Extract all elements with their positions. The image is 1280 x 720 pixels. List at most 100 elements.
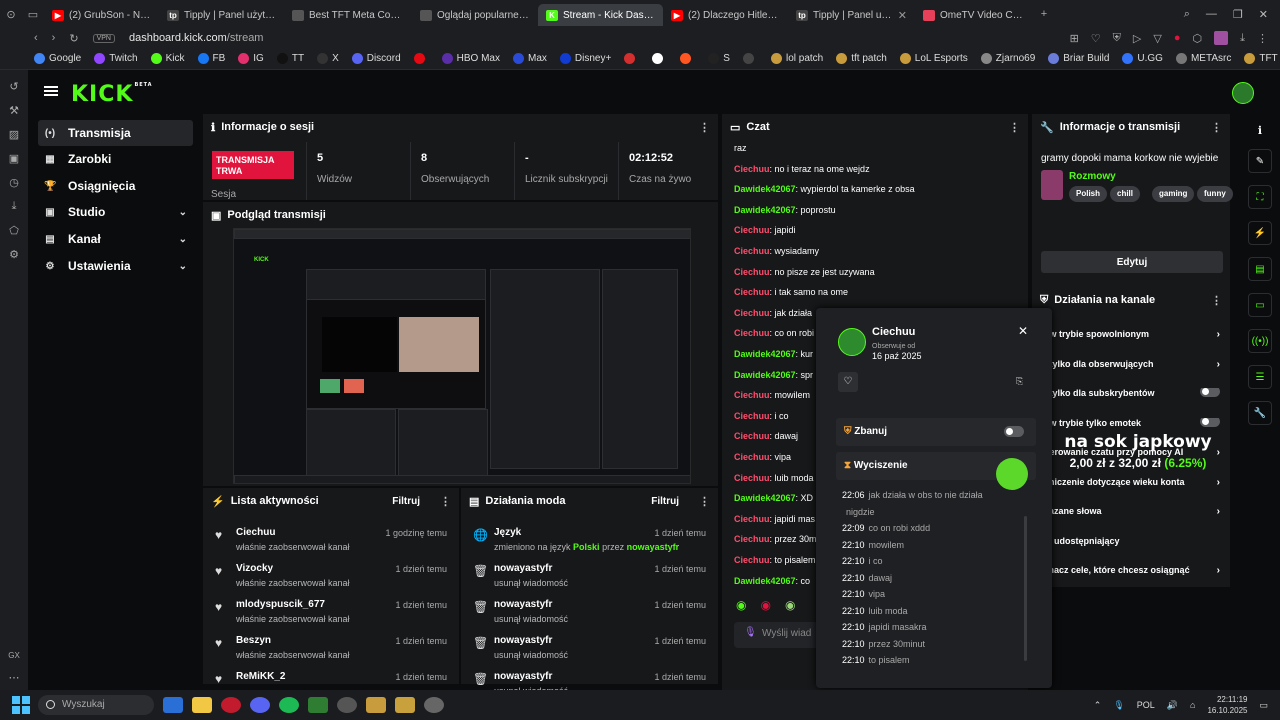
chevron-down-icon[interactable]: ⌄ [179,261,187,272]
chat-message[interactable]: Dawidek42067: XD [734,493,813,503]
chat-message[interactable]: Ciechuu: vipa [734,452,791,462]
emote-icon[interactable]: ◉ [736,598,746,612]
mod-filter-button[interactable]: Filtruj [651,496,679,507]
chat-username[interactable]: Ciechuu [734,411,770,421]
chat-message[interactable]: Ciechuu: no i teraz na ome wejdz [734,164,870,174]
tag-chip[interactable]: Polish [1069,186,1108,202]
sidebar-clock-icon[interactable]: ◷ [9,176,19,189]
channel-action-row[interactable]: t w trybie spowolnionym › [1044,329,1224,341]
spotify-icon[interactable] [279,697,299,713]
chat-message[interactable]: Ciechuu: mowilem [734,390,810,400]
file-explorer-icon[interactable] [192,697,212,713]
chat-message[interactable]: Dawidek42067: co [734,576,810,586]
chat-username[interactable]: Ciechuu [734,534,770,544]
sidebar-refresh-icon[interactable]: ↺ [9,80,18,93]
close-icon[interactable]: ✕ [1018,324,1028,338]
mod-actor[interactable]: nowayastyfr [494,563,552,574]
chevron-right-icon[interactable]: › [1217,359,1220,370]
browser-tab[interactable]: OmeTV Video Chat -... [915,4,1033,26]
channel-action-row[interactable]: t w trybie tylko emotek [1044,417,1224,430]
bookmark-item[interactable]: HBO Max [441,53,500,64]
browser-tab[interactable]: Best TFT Meta Comps fo... [284,4,412,26]
chat-username[interactable]: Ciechuu [734,431,770,441]
nav-item-5[interactable]: ⚙ Ustawienia ⌄ [38,253,193,279]
chat-message[interactable]: Dawidek42067: wypierdol ta kamerke z obs… [734,184,915,194]
activity-menu-icon[interactable]: ⋮ [440,495,451,508]
activity-user[interactable]: Vizocky [236,563,273,574]
menu-icon[interactable]: ⋮ [1257,32,1268,45]
bookmark-item[interactable]: Kick [150,53,185,64]
mod-row[interactable]: 🗑 nowayastyfr usunął wiadomość 1 dzień temu [461,596,718,632]
clock[interactable]: 22:11:19 16.10.2025 [1207,694,1247,716]
chevron-right-icon[interactable]: › [1217,565,1220,576]
filter-icon[interactable]: ▽ [1153,32,1161,45]
taskbar-search[interactable]: Wyszukaj [38,695,154,715]
reload-icon[interactable]: ↻ [69,32,78,45]
bookmark-item[interactable]: Briar Build [1048,53,1109,64]
tag-chip[interactable]: chill [1110,186,1141,202]
browser-menu-icon[interactable]: ⊙ [0,8,22,21]
close-window-button[interactable]: ✕ [1259,8,1268,21]
bookmark-item[interactable] [624,53,639,64]
new-tab-button[interactable]: + [1033,8,1055,20]
chat-username[interactable]: Ciechuu [734,473,770,483]
sidebar-gx-icon[interactable]: GX [8,651,20,660]
chat-message[interactable]: Dawidek42067: kur [734,349,813,359]
chat-bubble-icon[interactable]: ▭ [1248,293,1272,317]
chevron-right-icon[interactable]: › [1217,329,1220,340]
ban-toggle[interactable] [1004,426,1024,437]
sidebar-image-icon[interactable]: ▨ [9,128,19,141]
bookmark-item[interactable]: Disney+ [559,53,611,64]
bookmark-item[interactable]: METAsrc [1175,53,1231,64]
microphone-icon[interactable]: 🎙 [744,627,757,638]
category-link[interactable]: Rozmowy [1069,171,1116,182]
chat-username[interactable]: Ciechuu [734,452,770,462]
emote-icon[interactable]: ◉ [785,598,795,612]
bolt-icon[interactable]: ⚡ [1248,221,1272,245]
vpn-badge[interactable]: VPN [92,33,115,43]
play-icon[interactable]: ▷ [1133,32,1141,45]
mod-actor[interactable]: nowayastyfr [494,671,552,682]
bookmark-item[interactable] [742,53,758,64]
chat-message[interactable]: raz [734,143,747,153]
activity-row[interactable]: ♥ Beszyn właśnie zaobserwował kanał 1 dzień… [203,632,459,668]
chat-username[interactable]: Dawidek42067 [734,576,796,586]
chevron-right-icon[interactable]: › [1217,506,1220,517]
category-thumbnail[interactable] [1041,170,1063,200]
nav-item-1[interactable]: ▦ Zarobki [38,146,193,172]
chat-username[interactable]: Ciechuu [734,328,770,338]
ban-section[interactable]: ⛨ Zbanuj [836,418,1036,446]
chat-message[interactable]: Dawidek42067: spr [734,370,813,380]
opera-gx-icon[interactable] [221,697,241,713]
chat-username[interactable]: Dawidek42067 [734,370,796,380]
bookmark-item[interactable] [413,53,429,64]
bookmark-item[interactable]: TT [276,53,304,64]
notification-icon[interactable]: ▭ [1259,700,1268,711]
bookmark-item[interactable] [652,53,667,64]
chat-message[interactable]: Ciechuu: luib moda [734,473,814,483]
bookmark-item[interactable]: TFT [1244,53,1278,64]
stream-info-menu-icon[interactable]: ⋮ [1211,121,1222,134]
chat-username[interactable]: Ciechuu [734,308,770,318]
chat-username[interactable]: Ciechuu [734,267,770,277]
chat-message[interactable]: Ciechuu: co on robi [734,328,814,338]
mod-menu-icon[interactable]: ⋮ [699,495,710,508]
browser-tab[interactable]: tp Tipply | Panel użytkowni... [159,4,284,26]
download-icon[interactable]: ⤓ [1240,32,1245,45]
shield-icon[interactable]: ⛨ [1113,32,1121,45]
chat-username[interactable]: Dawidek42067 [734,205,796,215]
chat-message[interactable]: Ciechuu: dawaj [734,431,798,441]
discord-icon[interactable] [250,697,270,713]
browser-tab[interactable]: ▶ (2) Dlaczego Hitler nienaw... [663,4,788,26]
bookmark-item[interactable]: LoL Esports [899,53,968,64]
chat-username[interactable]: Ciechuu [734,555,770,565]
bookmark-item[interactable]: X [317,53,339,64]
mod-actor[interactable]: nowayastyfr [494,635,552,646]
chat-input[interactable]: 🎙 Wyślij wiad [734,622,824,648]
activity-user[interactable]: ReMiKK_2 [236,671,285,682]
bookmark-item[interactable]: Google [34,53,81,64]
activity-filter-button[interactable]: Filtruj [392,496,420,507]
info-icon[interactable]: ℹ [1258,124,1262,137]
channel-action-row[interactable]: t tylko dla obserwujących › [1044,359,1224,371]
chat-username[interactable]: Ciechuu [734,287,770,297]
